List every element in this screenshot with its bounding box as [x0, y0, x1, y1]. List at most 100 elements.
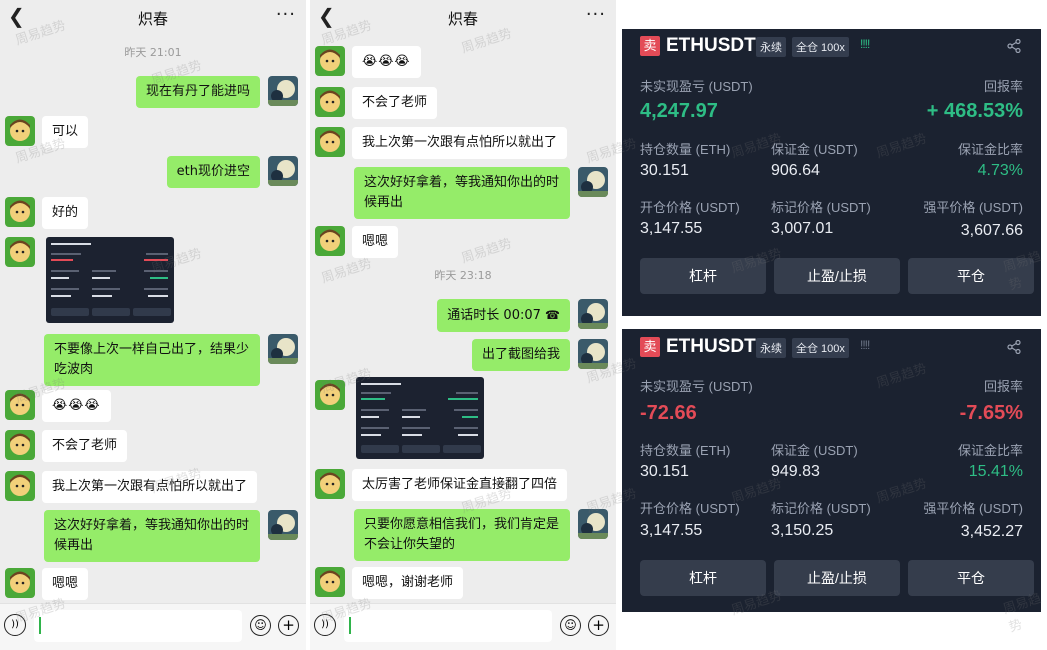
position-card-2[interactable]: 卖 ETHUSDT 永续 全仓 100x !!!! 未实现盈亏 (USDT) 回…	[622, 329, 1041, 612]
message-bubble-sent[interactable]: 不要像上次一样自己出了，结果少吃波肉	[44, 334, 260, 386]
share-icon[interactable]	[1007, 340, 1021, 354]
chat-window-1: ❮ 炽春 ··· 昨天 21:01 现在有丹了能进吗 可以 eth现价进空 好的…	[0, 0, 306, 650]
tp-sl-button[interactable]: 止盈/止损	[774, 258, 900, 294]
voice-icon[interactable]: ))	[4, 614, 26, 636]
position-card-1[interactable]: 卖 ETHUSDT 永续 全仓 100x !!!! 未实现盈亏 (USDT) 回…	[622, 29, 1041, 316]
avatar[interactable]	[5, 237, 35, 267]
margin-value: 906.64	[771, 162, 820, 179]
pnl-label: 未实现盈亏 (USDT)	[640, 379, 753, 394]
margin-ratio: 15.41%	[968, 463, 1023, 480]
message-bubble-received[interactable]: 不会了老师	[42, 430, 128, 462]
message-bubble-received[interactable]: 可以	[42, 116, 89, 148]
mark-price: 3,150.25	[771, 522, 834, 539]
message-bubble-sent[interactable]: 出了截图给我	[471, 339, 570, 371]
chat-header: ❮ 炽春 ···	[310, 0, 616, 34]
leverage-button[interactable]: 杠杆	[640, 560, 766, 596]
avatar[interactable]	[315, 380, 345, 410]
message-bubble-received[interactable]: 我上次第一次跟有点怕所以就出了	[42, 471, 258, 503]
roe-label: 回报率	[983, 379, 1023, 394]
more-icon[interactable]: ···	[276, 4, 296, 25]
liq-price: 3,607.66	[960, 222, 1023, 239]
chat-title: 炽春	[447, 10, 478, 28]
close-position-button[interactable]: 平仓	[908, 258, 1034, 294]
avatar[interactable]	[315, 567, 345, 597]
avatar[interactable]	[5, 471, 35, 501]
position-qty: 30.151	[640, 162, 689, 179]
symbol: ETHUSDT	[666, 35, 756, 56]
message-bubble-received[interactable]: 太厉害了老师保证金直接翻了四倍	[352, 469, 568, 501]
avatar[interactable]	[315, 127, 345, 157]
message-bubble-received[interactable]: 😭😭😭	[352, 46, 421, 78]
qty-label: 持仓数量 (ETH)	[640, 142, 731, 157]
avatar[interactable]	[5, 568, 35, 598]
call-duration: 通话时长 00:07	[447, 308, 541, 323]
message-bubble-received[interactable]: 嗯嗯	[352, 226, 399, 258]
add-icon[interactable]: +	[278, 615, 299, 636]
sell-badge: 卖	[640, 36, 660, 56]
input-bar: )) ☺ +	[0, 603, 306, 650]
signal-icon: !!!!	[860, 338, 870, 352]
emoji-icon[interactable]: ☺	[250, 615, 271, 636]
return-rate: -7.65%	[959, 402, 1023, 424]
text-caret	[39, 617, 41, 634]
message-bubble-received[interactable]: 我上次第一次跟有点怕所以就出了	[352, 127, 568, 159]
avatar[interactable]	[578, 299, 608, 329]
message-bubble-received[interactable]: 嗯嗯	[42, 568, 89, 600]
message-bubble-sent[interactable]: 这次好好拿着，等我通知你出的时候再出	[354, 167, 570, 219]
margin-mode: 全仓 100x	[792, 338, 849, 358]
leverage-button[interactable]: 杠杆	[640, 258, 766, 294]
image-message-thumbnail[interactable]	[46, 237, 174, 323]
message-input[interactable]	[344, 610, 552, 642]
mark-price: 3,007.01	[771, 220, 834, 237]
margin-value: 949.83	[771, 463, 820, 480]
voice-icon[interactable]: ))	[314, 614, 336, 636]
avatar[interactable]	[268, 510, 298, 540]
message-bubble-received[interactable]: 嗯嗯，谢谢老师	[352, 567, 464, 599]
pnl-label: 未实现盈亏 (USDT)	[640, 79, 753, 94]
avatar[interactable]	[578, 509, 608, 539]
avatar[interactable]	[268, 334, 298, 364]
avatar[interactable]	[578, 167, 608, 197]
close-position-button[interactable]: 平仓	[908, 560, 1034, 596]
emoji-icon[interactable]: ☺	[560, 615, 581, 636]
tp-sl-button[interactable]: 止盈/止损	[774, 560, 900, 596]
timestamp: 昨天 21:01	[124, 46, 182, 59]
avatar[interactable]	[268, 76, 298, 106]
return-rate: + 468.53%	[926, 100, 1023, 122]
share-icon[interactable]	[1007, 39, 1021, 53]
liq-price-label: 强平价格 (USDT)	[923, 200, 1023, 215]
message-input[interactable]	[34, 610, 242, 642]
avatar[interactable]	[315, 226, 345, 256]
avatar[interactable]	[5, 116, 35, 146]
contract-type: 永续	[756, 338, 786, 358]
phone-icon: ☎	[545, 308, 560, 322]
avatar[interactable]	[578, 339, 608, 369]
margin-ratio-label: 保证金比率	[957, 443, 1023, 458]
message-bubble-sent[interactable]: 现在有丹了能进吗	[135, 76, 260, 108]
margin-ratio-label: 保证金比率	[957, 142, 1023, 157]
avatar[interactable]	[315, 87, 345, 117]
message-bubble-sent[interactable]: 这次好好拿着，等我通知你出的时候再出	[44, 510, 260, 562]
entry-price: 3,147.55	[640, 220, 703, 237]
image-message-thumbnail[interactable]	[356, 377, 484, 459]
contract-type: 永续	[756, 37, 786, 57]
message-bubble-received[interactable]: 好的	[42, 197, 89, 229]
add-icon[interactable]: +	[588, 615, 609, 636]
message-bubble-received[interactable]: 😭😭😭	[42, 390, 111, 422]
text-caret	[349, 617, 351, 634]
call-record-bubble[interactable]: 通话时长 00:07 ☎	[437, 299, 570, 332]
avatar[interactable]	[315, 46, 345, 76]
message-bubble-sent[interactable]: 只要你愿意相信我们，我们肯定是不会让你失望的	[354, 509, 570, 561]
avatar[interactable]	[315, 469, 345, 499]
message-bubble-received[interactable]: 不会了老师	[352, 87, 438, 119]
avatar[interactable]	[5, 390, 35, 420]
roe-label: 回报率	[983, 79, 1023, 94]
liq-price-label: 强平价格 (USDT)	[923, 501, 1023, 516]
avatar[interactable]	[5, 430, 35, 460]
avatar[interactable]	[268, 156, 298, 186]
more-icon[interactable]: ···	[586, 4, 606, 25]
message-bubble-sent[interactable]: eth现价进空	[166, 156, 260, 188]
avatar[interactable]	[5, 197, 35, 227]
mark-price-label: 标记价格 (USDT)	[771, 200, 871, 215]
entry-price: 3,147.55	[640, 522, 703, 539]
